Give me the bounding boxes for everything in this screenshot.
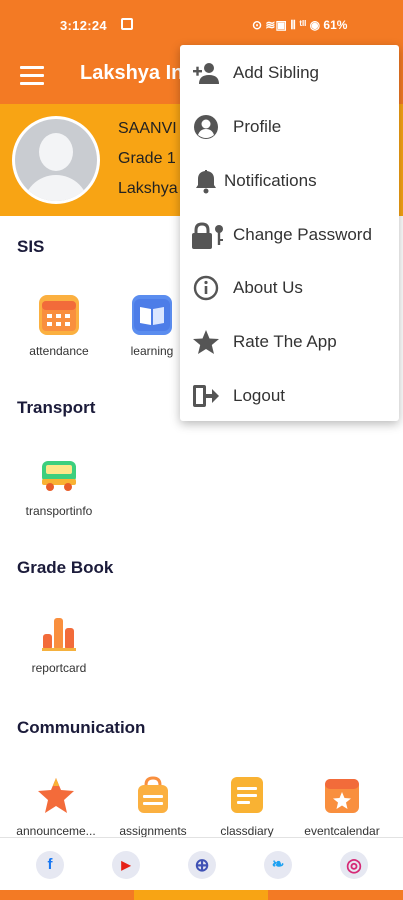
menu-item-label: Rate The App xyxy=(233,332,337,351)
social-bar: f ▶ ⊕ ❧ ◎ xyxy=(0,837,403,889)
avatar[interactable] xyxy=(12,116,100,204)
tile-reportcard[interactable]: reportcard xyxy=(15,612,103,675)
tile-label: eventcalendar xyxy=(304,824,380,838)
add-person-icon xyxy=(192,60,220,86)
menu-item-rate-the-app[interactable]: Rate The App xyxy=(180,315,399,369)
tile-label: attendance xyxy=(29,344,89,358)
tile-label: announceme... xyxy=(16,824,96,838)
student-grade: Grade 1 xyxy=(118,150,176,167)
section-title-transport: Transport xyxy=(17,398,96,417)
tile-announcements[interactable]: announceme... xyxy=(12,775,100,838)
globe-icon[interactable]: ⊕ xyxy=(188,851,216,879)
status-indicators: ⊙ ≋▣ Ⅱ ᵗᴵᴵ ◉ 61% xyxy=(252,18,348,32)
notification-app-icon xyxy=(121,18,133,30)
menu-item-label: About Us xyxy=(233,278,303,297)
menu-item-about-us[interactable]: About Us xyxy=(180,261,399,315)
section-title-sis: SIS xyxy=(17,237,45,256)
tile-label: reportcard xyxy=(31,661,87,675)
youtube-icon[interactable]: ▶ xyxy=(112,851,140,879)
bus-icon xyxy=(39,455,79,495)
user-circle-icon xyxy=(192,114,220,140)
tile-label: transportinfo xyxy=(25,504,93,518)
bag-icon xyxy=(133,775,173,815)
menu-item-label: Notifications xyxy=(224,171,317,190)
logout-icon xyxy=(192,383,220,409)
section-title-gradebook: Grade Book xyxy=(17,558,114,577)
book-icon xyxy=(132,295,172,335)
menu-item-label: Logout xyxy=(233,386,285,405)
tile-assignments[interactable]: assignments xyxy=(109,775,197,838)
status-time: 3:12:24 xyxy=(60,18,107,33)
facebook-icon[interactable]: f xyxy=(36,851,64,879)
menu-item-profile[interactable]: Profile xyxy=(180,100,399,154)
menu-item-change-password[interactable]: Change Password xyxy=(180,208,399,262)
menu-item-label: Profile xyxy=(233,117,282,136)
event-calendar-icon xyxy=(322,775,362,815)
tile-attendance[interactable]: attendance xyxy=(15,295,103,358)
status-bar: 3:12:24 ⊙ ≋▣ Ⅱ ᵗᴵᴵ ◉ 61% xyxy=(0,0,403,50)
info-icon xyxy=(192,275,220,301)
overflow-menu: Add Sibling Profile Notifications Change… xyxy=(180,45,399,421)
tile-label: classdiary xyxy=(220,824,274,838)
tile-label: assignments xyxy=(119,824,187,838)
section-title-communication: Communication xyxy=(17,718,146,737)
hamburger-menu-icon[interactable] xyxy=(20,66,44,86)
bar-chart-icon xyxy=(39,612,79,652)
tile-transportinfo[interactable]: transportinfo xyxy=(15,455,103,518)
star-icon xyxy=(36,775,76,815)
star-icon xyxy=(192,329,220,355)
menu-item-label: Change Password xyxy=(233,225,372,244)
tile-classdiary[interactable]: classdiary xyxy=(203,775,291,838)
menu-item-notifications[interactable]: Notifications xyxy=(180,154,399,208)
student-name: SAANVI xyxy=(118,120,177,137)
tile-eventcalendar[interactable]: eventcalendar xyxy=(298,775,386,838)
menu-item-logout[interactable]: Logout xyxy=(180,369,399,423)
twitter-icon[interactable]: ❧ xyxy=(264,851,292,879)
bell-icon xyxy=(192,168,220,194)
menu-item-label: Add Sibling xyxy=(233,63,320,82)
instagram-icon[interactable]: ◎ xyxy=(340,851,368,879)
app-title: Lakshya Int xyxy=(80,62,191,84)
notepad-icon xyxy=(227,775,267,815)
menu-item-add-sibling[interactable]: Add Sibling xyxy=(180,46,399,100)
footer-strip xyxy=(0,890,403,900)
calendar-icon xyxy=(39,295,79,335)
student-school: Lakshya xyxy=(118,180,178,197)
lock-key-icon xyxy=(192,222,223,249)
